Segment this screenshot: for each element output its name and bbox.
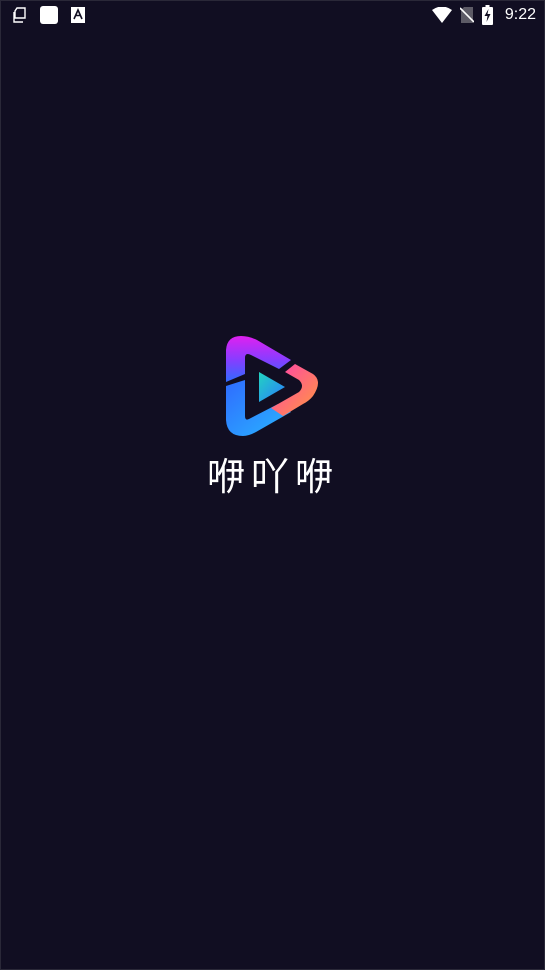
app-square-icon <box>39 5 59 25</box>
status-bar-left <box>13 5 85 25</box>
status-bar-right: 9:22 <box>431 5 536 25</box>
status-time: 9:22 <box>504 6 536 23</box>
files-icon <box>13 7 27 23</box>
battery-charging-icon <box>481 5 493 25</box>
keyboard-a-icon <box>71 7 85 23</box>
play-logo-icon <box>223 334 323 438</box>
status-bar: 9:22 <box>1 1 544 29</box>
no-sim-icon <box>459 6 474 24</box>
splash-screen: 9:22 咿吖咿 <box>0 0 545 970</box>
wifi-icon <box>431 7 452 23</box>
app-name: 咿吖咿 <box>206 455 339 499</box>
